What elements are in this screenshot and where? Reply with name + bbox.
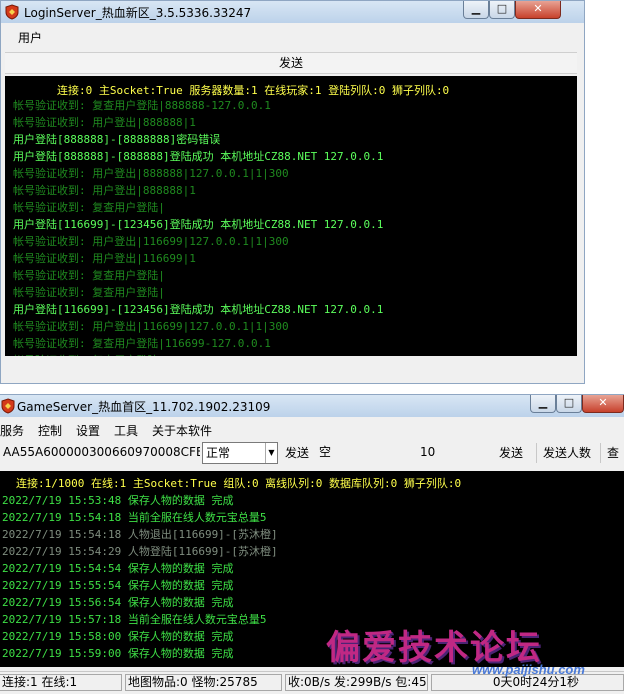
mode-select[interactable]: 正常 ▼ <box>202 442 278 464</box>
send-button-2[interactable]: 发送 <box>494 443 528 463</box>
login-log-line: 帐号验证收到: 用户登出|888888|127.0.0.1|1|300 <box>13 167 289 180</box>
login-title-bar[interactable]: LoginServer_热血新区_3.5.5336.33247 ▁ □ ✕ <box>1 1 584 23</box>
status-connections: 连接:1 在线:1 <box>0 674 122 691</box>
game-window-title: GameServer_热血首区_11.702.1902.23109 <box>17 400 271 414</box>
game-log-line: 2022/7/19 15:55:54 保存人物的数据 完成 <box>2 579 234 592</box>
query-button[interactable]: 查 <box>600 443 624 463</box>
status-map-items: 地图物品:0 怪物:25785 <box>125 674 282 691</box>
message-input[interactable]: 空 <box>316 442 414 464</box>
game-log-console[interactable]: 连接:1/1000 在线:1 主Socket:True 组队:0 离线队列:0 … <box>0 471 624 667</box>
game-log-line: 2022/7/19 15:54:54 保存人物的数据 完成 <box>2 562 234 575</box>
game-toolbar: AA55A600000300660970008CFB 正常 ▼ 发送 空 10 … <box>0 442 624 466</box>
game-status-bar: 连接:1 在线:1 地图物品:0 怪物:25785 收:0B/s 发:299B/… <box>0 671 624 694</box>
login-log-line: 帐号验证收到: 用户登出|116699|127.0.0.1|1|300 <box>13 235 289 248</box>
game-log-line: 2022/7/19 15:54:18 当前全服在线人数元宝总量5 <box>2 511 267 524</box>
game-log-line: 2022/7/19 15:53:48 保存人物的数据 完成 <box>2 494 234 507</box>
login-log-console[interactable]: 连接:0 主Socket:True 服务器数量:1 在线玩家:1 登陆列队:0 … <box>5 76 577 356</box>
app-shield-icon <box>1 398 15 414</box>
login-window-title: LoginServer_热血新区_3.5.5336.33247 <box>24 6 252 20</box>
count-input[interactable]: 10 <box>417 442 491 464</box>
login-status-line: 连接:0 主Socket:True 服务器数量:1 在线玩家:1 登陆列队:0 … <box>57 84 450 97</box>
command-id-field[interactable]: AA55A600000300660970008CFB <box>0 442 200 464</box>
game-title-bar[interactable]: GameServer_热血首区_11.702.1902.23109 ▁ □ ✕ <box>0 395 624 417</box>
close-icon: ✕ <box>533 2 543 15</box>
login-minimize-button[interactable]: ▁ <box>463 1 489 19</box>
menu-service[interactable]: 服务 <box>0 421 24 441</box>
login-log-line: 帐号验证收到: 用户登出|116699|127.0.0.1|1|300 <box>13 320 289 333</box>
game-log-line: 2022/7/19 15:56:54 保存人物的数据 完成 <box>2 596 234 609</box>
login-send-button[interactable]: 发送 <box>5 52 577 74</box>
game-log-line: 2022/7/19 15:54:29 人物登陆[116699]-[苏沐橙] <box>2 545 278 558</box>
minimize-icon: ▁ <box>471 2 481 15</box>
game-maximize-button[interactable]: □ <box>556 395 582 413</box>
app-shield-icon <box>5 4 19 20</box>
login-log-line: 帐号验证收到: 复查用户登陆| <box>13 269 165 282</box>
login-log-line: 帐号验证收到: 用户登出|888888|1 <box>13 116 196 129</box>
send-button-1[interactable]: 发送 <box>281 443 313 463</box>
close-icon: ✕ <box>598 396 608 409</box>
game-status-line: 连接:1/1000 在线:1 主Socket:True 组队:0 离线队列:0 … <box>16 477 462 490</box>
chevron-down-icon: ▼ <box>265 443 277 463</box>
login-menu-bar: 用户 <box>5 28 579 48</box>
login-log-line: 帐号验证收到: 复查用户登陆| <box>13 201 165 214</box>
mode-select-value: 正常 <box>206 446 231 460</box>
menu-settings[interactable]: 设置 <box>76 421 100 441</box>
menu-user[interactable]: 用户 <box>18 28 42 48</box>
maximize-icon: □ <box>563 396 575 409</box>
login-log-line: 帐号验证收到: 复查用户登陆|116699-127.0.0.1 <box>13 352 271 356</box>
status-uptime: 0天0时24分1秒 <box>431 674 624 691</box>
menu-tools[interactable]: 工具 <box>114 421 138 441</box>
login-log-line: 用户登陆[116699]-[123456]登陆成功 本机地址CZ88.NET 1… <box>13 218 384 231</box>
login-maximize-button[interactable]: □ <box>489 1 515 19</box>
login-server-window: LoginServer_热血新区_3.5.5336.33247 ▁ □ ✕ 用户… <box>0 0 585 384</box>
game-log-line: 2022/7/19 15:57:18 当前全服在线人数元宝总量5 <box>2 613 267 626</box>
login-log-line: 用户登陆[888888]-[888888]登陆成功 本机地址CZ88.NET 1… <box>13 150 384 163</box>
login-log-line: 帐号验证收到: 复查用户登陆| <box>13 286 165 299</box>
login-log-line: 用户登陆[116699]-[123456]登陆成功 本机地址CZ88.NET 1… <box>13 303 384 316</box>
send-count-button[interactable]: 发送人数 <box>536 443 597 463</box>
login-log-line: 帐号验证收到: 用户登出|888888|1 <box>13 184 196 197</box>
menu-control[interactable]: 控制 <box>38 421 62 441</box>
menu-about[interactable]: 关于本软件 <box>152 421 212 441</box>
maximize-icon: □ <box>496 2 508 15</box>
login-close-button[interactable]: ✕ <box>515 1 561 19</box>
game-menu-bar: 服务 控制 设置 工具 关于本软件 <box>0 421 624 441</box>
game-log-line: 2022/7/19 15:54:18 人物退出[116699]-[苏沐橙] <box>2 528 278 541</box>
game-log-line: 2022/7/19 15:59:00 保存人物的数据 完成 <box>2 647 234 660</box>
game-minimize-button[interactable]: ▁ <box>530 395 556 413</box>
game-server-window: GameServer_热血首区_11.702.1902.23109 ▁ □ ✕ … <box>0 394 624 694</box>
login-log-line: 帐号验证收到: 用户登出|116699|1 <box>13 252 196 265</box>
game-log-line: 2022/7/19 15:58:00 保存人物的数据 完成 <box>2 630 234 643</box>
game-close-button[interactable]: ✕ <box>582 395 624 413</box>
login-log-line: 帐号验证收到: 复查用户登陆|888888-127.0.0.1 <box>13 99 271 112</box>
status-traffic: 收:0B/s 发:299B/s 包:45 <box>285 674 428 691</box>
login-log-line: 用户登陆[888888]-[8888888]密码错误 <box>13 133 221 146</box>
minimize-icon: ▁ <box>538 396 548 409</box>
login-log-line: 帐号验证收到: 复查用户登陆|116699-127.0.0.1 <box>13 337 271 350</box>
